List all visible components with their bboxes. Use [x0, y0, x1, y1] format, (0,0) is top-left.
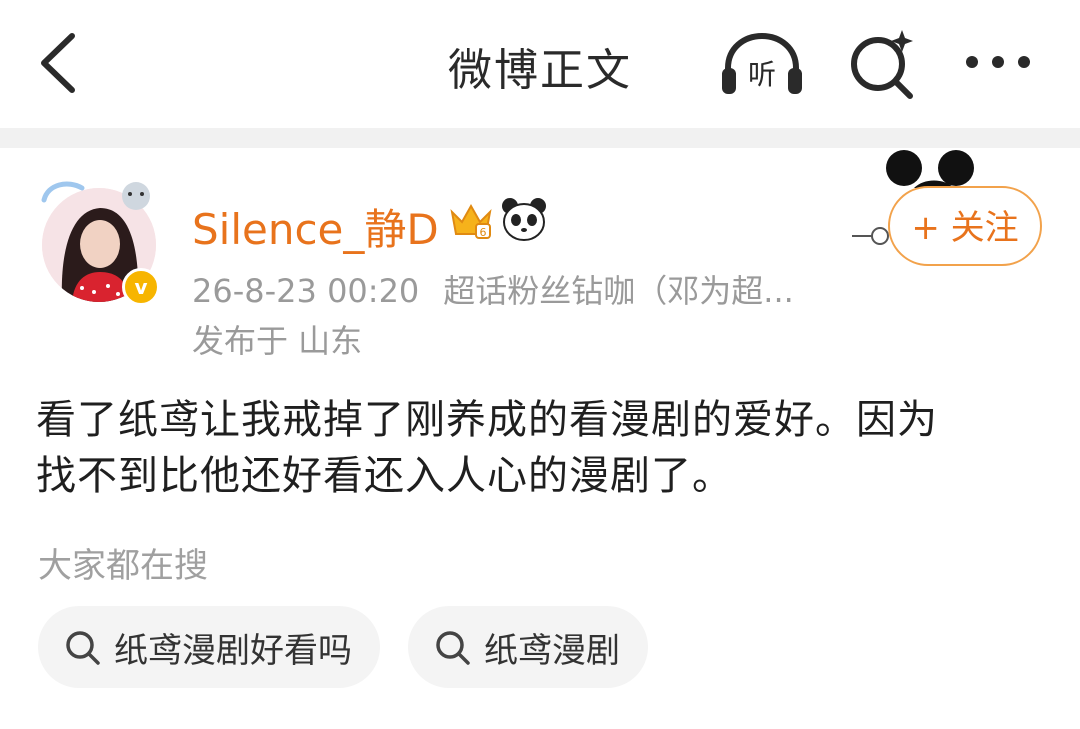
author-avatar[interactable]: v [38, 176, 160, 306]
post-location: 发布于 山东 [192, 322, 363, 360]
headphones-icon: 听 [722, 32, 802, 94]
follow-button[interactable]: + 关注 [888, 186, 1042, 266]
trending-search-chips: 纸鸢漫剧好看吗 纸鸢漫剧 [38, 606, 648, 688]
post-meta: 26-8-23 00:20 超话粉丝钻咖（邓为超... [192, 266, 794, 312]
panda-icon [502, 198, 546, 241]
page-title: 微博正文 [448, 45, 632, 96]
search-icon [66, 631, 100, 665]
hand-decoration [852, 227, 889, 245]
search-chip-label: 纸鸢漫剧 [484, 630, 620, 671]
crown-level-icon: 6 [450, 203, 492, 239]
post-body: 看了纸鸢让我戒掉了刚养成的看漫剧的爱好。因为 找不到比他还好看还入人心的漫剧了。 [36, 392, 1046, 504]
verified-badge: v [122, 268, 160, 306]
svg-text:6: 6 [480, 226, 487, 239]
search-chip-label: 纸鸢漫剧好看吗 [114, 630, 352, 671]
post-text-line: 找不到比他还好看还入人心的漫剧了。 [36, 453, 733, 499]
listen-button[interactable]: 听 [718, 30, 806, 98]
search-chip[interactable]: 纸鸢漫剧 [408, 606, 648, 688]
search-sparkle-icon [851, 30, 913, 99]
more-button[interactable] [960, 40, 1036, 84]
author-name[interactable]: Silence_静D [192, 196, 439, 257]
search-icon [436, 631, 470, 665]
trending-search-label: 大家都在搜 [38, 546, 208, 586]
post-source[interactable]: 超话粉丝钻咖（邓为超... [443, 272, 794, 310]
search-button[interactable] [846, 26, 918, 100]
avatar-sticker-decoration [41, 181, 150, 210]
more-dots-icon [966, 56, 1030, 68]
search-chip[interactable]: 纸鸢漫剧好看吗 [38, 606, 380, 688]
section-divider [0, 128, 1080, 148]
post-text-line: 看了纸鸢让我戒掉了刚养成的看漫剧的爱好。因为 [36, 397, 938, 443]
listen-label: 听 [748, 58, 776, 91]
top-bar: 微博正文 听 [0, 0, 1080, 128]
post-timestamp: 26-8-23 00:20 [192, 272, 420, 310]
